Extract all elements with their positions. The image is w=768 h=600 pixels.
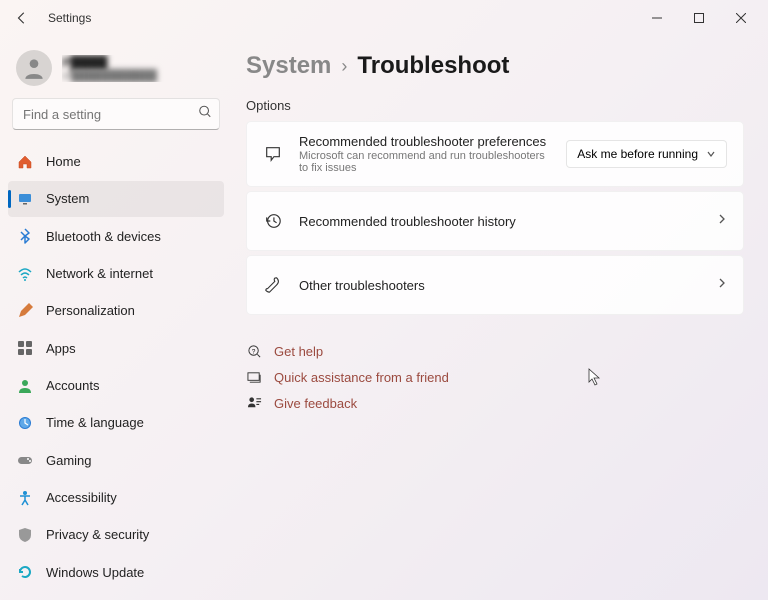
personalization-icon <box>16 302 34 320</box>
avatar <box>16 50 52 86</box>
titlebar: Settings <box>0 0 768 36</box>
system-icon <box>16 190 34 208</box>
nav-label: Apps <box>46 341 76 356</box>
card-title: Recommended troubleshooter preferences <box>299 134 550 149</box>
search-input[interactable] <box>12 98 220 130</box>
search-icon <box>198 105 212 124</box>
link-help[interactable]: ? Get help <box>246 343 744 359</box>
nav-label: Bluetooth & devices <box>46 229 161 244</box>
nav-privacy[interactable]: Privacy & security <box>8 517 224 552</box>
profile-name: P████ <box>62 55 216 70</box>
nav-system[interactable]: System <box>8 181 224 216</box>
accounts-icon <box>16 377 34 395</box>
nav-label: Accessibility <box>46 490 117 505</box>
chevron-right-icon <box>717 276 727 294</box>
minimize-button[interactable] <box>636 3 678 33</box>
back-button[interactable] <box>6 2 38 34</box>
window-controls <box>636 3 762 33</box>
nav-label: Home <box>46 154 81 169</box>
accessibility-icon <box>16 489 34 507</box>
profile[interactable]: P████ sr███████████ <box>8 46 224 98</box>
maximize-icon <box>694 13 704 23</box>
nav-list: Home System Bluetooth & devices Network … <box>8 144 224 590</box>
nav-accessibility[interactable]: Accessibility <box>8 480 224 515</box>
link-feedback[interactable]: Give feedback <box>246 395 744 411</box>
nav-label: Time & language <box>46 415 144 430</box>
breadcrumb: System › Troubleshoot <box>246 52 744 80</box>
avatar-icon <box>21 55 47 81</box>
history-icon <box>263 211 283 231</box>
link-text: Give feedback <box>274 396 357 411</box>
chat-icon <box>263 144 283 164</box>
section-label: Options <box>246 98 744 113</box>
card-title: Recommended troubleshooter history <box>299 214 701 229</box>
link-assist[interactable]: Quick assistance from a friend <box>246 369 744 385</box>
link-text: Quick assistance from a friend <box>274 370 449 385</box>
nav-label: Gaming <box>46 453 92 468</box>
close-button[interactable] <box>720 3 762 33</box>
gaming-icon <box>16 451 34 469</box>
home-icon <box>16 153 34 171</box>
dropdown-label: Ask me before running <box>577 147 698 161</box>
card-title: Other troubleshooters <box>299 278 701 293</box>
nav-personalization[interactable]: Personalization <box>8 293 224 328</box>
profile-email: sr███████████ <box>62 70 216 82</box>
breadcrumb-separator: › <box>341 56 347 77</box>
breadcrumb-parent[interactable]: System <box>246 52 331 80</box>
search <box>12 98 220 130</box>
nav-label: Privacy & security <box>46 527 149 542</box>
nav-label: Windows Update <box>46 565 144 580</box>
nav-label: Network & internet <box>46 266 153 281</box>
close-icon <box>736 13 746 23</box>
nav-apps[interactable]: Apps <box>8 331 224 366</box>
card-history[interactable]: Recommended troubleshooter history <box>246 191 744 251</box>
update-icon <box>16 563 34 581</box>
nav-network[interactable]: Network & internet <box>8 256 224 291</box>
nav-accounts[interactable]: Accounts <box>8 368 224 403</box>
card-other[interactable]: Other troubleshooters <box>246 255 744 315</box>
back-arrow-icon <box>15 11 29 25</box>
assist-icon <box>246 369 262 385</box>
prefs-dropdown[interactable]: Ask me before running <box>566 140 727 168</box>
chevron-down-icon <box>706 149 716 159</box>
sidebar: P████ sr███████████ Home System Bluetoot… <box>0 36 230 600</box>
maximize-button[interactable] <box>678 3 720 33</box>
link-text: Get help <box>274 344 323 359</box>
time-icon <box>16 414 34 432</box>
breadcrumb-current: Troubleshoot <box>357 52 509 80</box>
link-list: ? Get help Quick assistance from a frien… <box>246 343 744 411</box>
chevron-right-icon <box>717 212 727 230</box>
apps-icon <box>16 339 34 357</box>
app-title: Settings <box>48 11 91 25</box>
nav-label: System <box>46 191 89 206</box>
bluetooth-icon <box>16 227 34 245</box>
network-icon <box>16 265 34 283</box>
nav-label: Personalization <box>46 303 135 318</box>
svg-text:?: ? <box>251 348 255 355</box>
main-panel: System › Troubleshoot Options Recommende… <box>230 36 768 600</box>
privacy-icon <box>16 526 34 544</box>
nav-bluetooth[interactable]: Bluetooth & devices <box>8 219 224 254</box>
nav-update[interactable]: Windows Update <box>8 555 224 590</box>
card-subtitle: Microsoft can recommend and run troubles… <box>299 150 550 174</box>
wrench-icon <box>263 275 283 295</box>
feedback-icon <box>246 395 262 411</box>
nav-label: Accounts <box>46 378 99 393</box>
card-prefs: Recommended troubleshooter preferences M… <box>246 121 744 187</box>
help-icon: ? <box>246 343 262 359</box>
minimize-icon <box>652 13 662 23</box>
nav-gaming[interactable]: Gaming <box>8 443 224 478</box>
nav-time[interactable]: Time & language <box>8 405 224 440</box>
nav-home[interactable]: Home <box>8 144 224 179</box>
